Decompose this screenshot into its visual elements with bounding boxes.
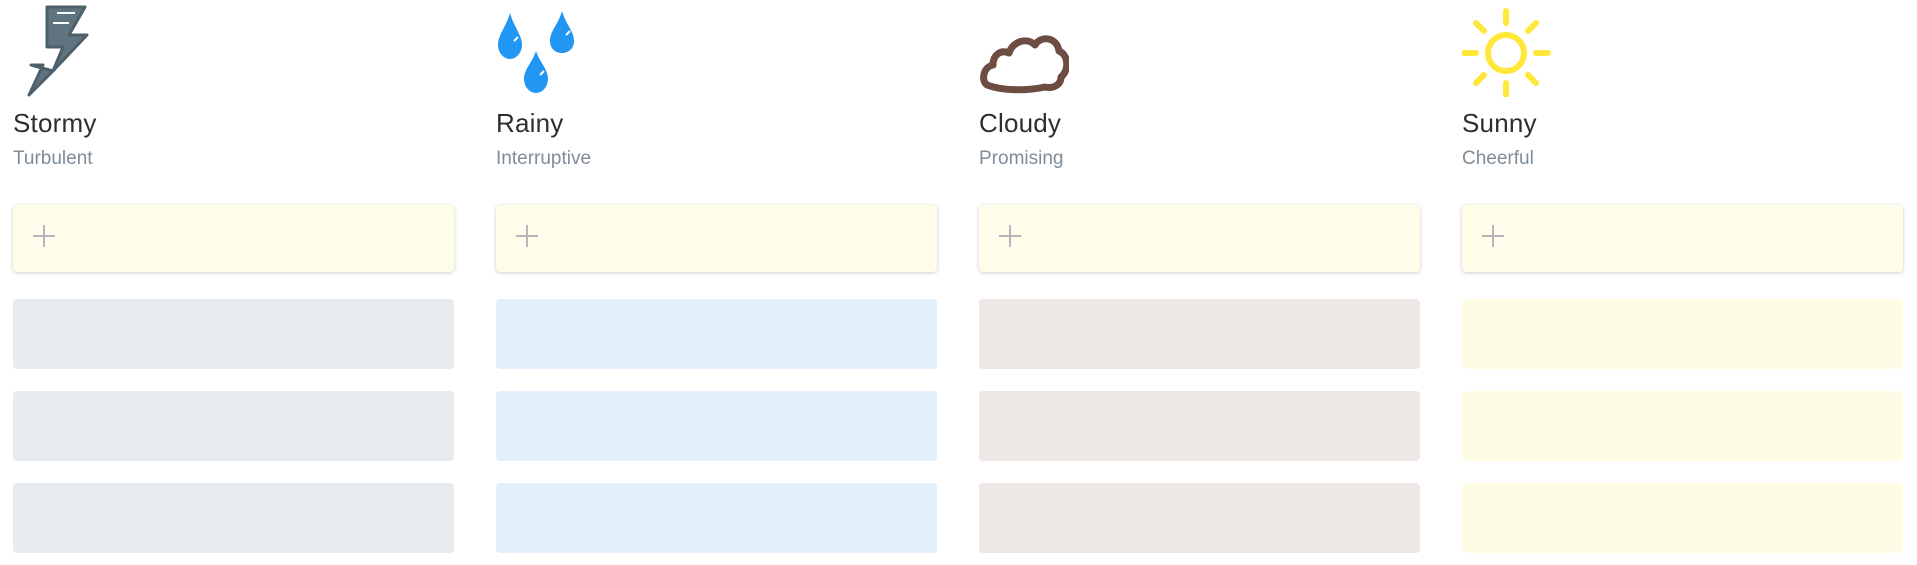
card-placeholder[interactable] xyxy=(496,483,937,553)
card-placeholder[interactable] xyxy=(13,483,454,553)
card-placeholder[interactable] xyxy=(1462,299,1903,369)
card-placeholder[interactable] xyxy=(979,483,1420,553)
column-subtitle: Interruptive xyxy=(496,148,592,169)
column-subtitle: Turbulent xyxy=(13,148,93,169)
card-placeholder[interactable] xyxy=(496,299,937,369)
column-title: Sunny xyxy=(1462,108,1537,138)
card-placeholder[interactable] xyxy=(496,391,937,461)
column-title: Cloudy xyxy=(979,108,1062,138)
card-placeholder[interactable] xyxy=(1462,391,1903,461)
add-card-button[interactable] xyxy=(13,205,454,272)
cloud-icon xyxy=(979,5,1069,97)
card-placeholder[interactable] xyxy=(979,391,1420,461)
column-title: Stormy xyxy=(13,108,97,138)
card-placeholder[interactable] xyxy=(1462,483,1903,553)
column-subtitle: Promising xyxy=(979,148,1064,169)
plus-icon xyxy=(997,223,1023,249)
add-card-button[interactable] xyxy=(496,205,937,272)
plus-icon xyxy=(514,223,540,249)
lightning-icon xyxy=(13,5,103,97)
plus-icon xyxy=(31,223,57,249)
raindrops-icon xyxy=(496,5,586,97)
retro-board: Stormy Turbulent Rainy Interruptive Clou… xyxy=(0,0,1917,565)
column-title: Rainy xyxy=(496,108,564,138)
card-placeholder[interactable] xyxy=(13,391,454,461)
sun-icon xyxy=(1462,5,1552,97)
add-card-button[interactable] xyxy=(1462,205,1903,272)
card-placeholder[interactable] xyxy=(13,299,454,369)
plus-icon xyxy=(1480,223,1506,249)
add-card-button[interactable] xyxy=(979,205,1420,272)
column-subtitle: Cheerful xyxy=(1462,148,1534,169)
card-placeholder[interactable] xyxy=(979,299,1420,369)
